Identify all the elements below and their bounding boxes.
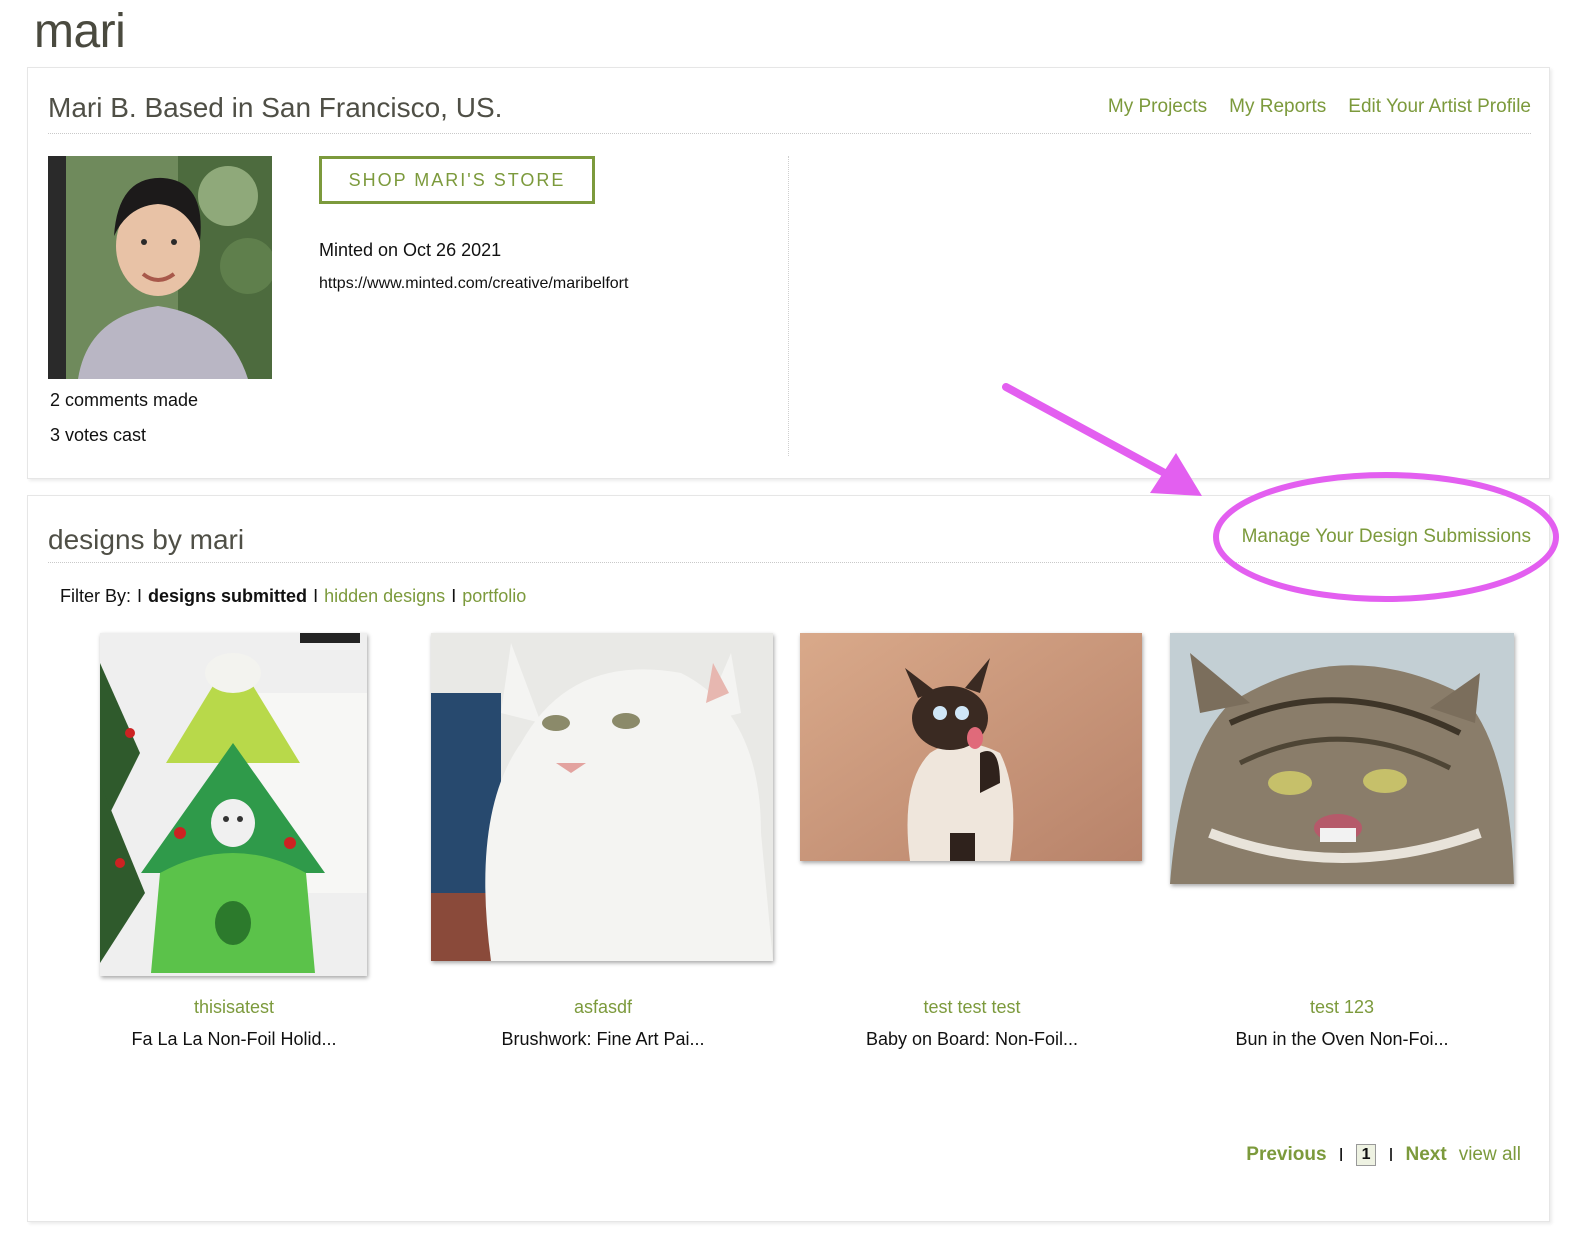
pager-separator: I <box>1338 1144 1344 1165</box>
design-title[interactable]: test test test <box>800 997 1144 1018</box>
design-title[interactable]: thisisatest <box>62 997 406 1018</box>
minted-date: Minted on Oct 26 2021 <box>319 240 502 260</box>
filter-portfolio[interactable]: portfolio <box>462 586 526 607</box>
design-product: Brushwork: Fine Art Pai... <box>501 1029 705 1049</box>
design-title[interactable]: asfasdf <box>431 997 775 1018</box>
filter-label: Filter By: <box>60 586 132 606</box>
design-product: Baby on Board: Non-Foil... <box>865 1029 1079 1049</box>
profile-panel: Mari B. Based in San Francisco, US. My P… <box>27 67 1550 479</box>
next-page-link[interactable]: Next <box>1406 1144 1447 1166</box>
pager-separator: I <box>1388 1144 1394 1165</box>
filter-designs-submitted[interactable]: designs submitted <box>148 586 307 607</box>
page-title: mari <box>34 5 126 58</box>
design-product: Bun in the Oven Non-Foi... <box>1235 1029 1449 1049</box>
view-all-link[interactable]: view all <box>1459 1144 1521 1166</box>
shop-store-button[interactable]: SHOP MARI'S STORE <box>319 156 595 204</box>
design-product: Fa La La Non-Foil Holid... <box>131 1029 337 1049</box>
design-thumbnail[interactable] <box>1170 633 1514 884</box>
edit-artist-profile-link[interactable]: Edit Your Artist Profile <box>1348 96 1531 118</box>
profile-url[interactable]: https://www.minted.com/creative/maribelf… <box>319 275 628 293</box>
avatar <box>48 156 272 379</box>
designs-panel: designs by mari Manage Your Design Submi… <box>27 495 1550 1222</box>
filter-separator: I <box>313 586 319 606</box>
filter-separator: I <box>451 586 457 606</box>
comments-count: 2 comments made <box>50 390 199 410</box>
manage-design-submissions-link[interactable]: Manage Your Design Submissions <box>1242 526 1531 548</box>
divider <box>48 562 1531 563</box>
filter-hidden-designs[interactable]: hidden designs <box>324 586 445 607</box>
previous-page-link[interactable]: Previous <box>1246 1144 1326 1166</box>
vertical-divider <box>788 156 789 456</box>
my-projects-link[interactable]: My Projects <box>1108 96 1207 118</box>
design-thumbnail[interactable] <box>431 633 773 961</box>
votes-count: 3 votes cast <box>50 425 147 445</box>
filter-bar: Filter By: I designs submitted I hidden … <box>60 586 526 607</box>
my-reports-link[interactable]: My Reports <box>1229 96 1326 118</box>
design-title[interactable]: test 123 <box>1170 997 1514 1018</box>
designs-heading: designs by mari <box>48 524 245 555</box>
design-thumbnail[interactable] <box>100 633 367 976</box>
filter-separator: I <box>137 586 143 606</box>
pagination: Previous I 1 I Next view all <box>1246 1144 1521 1166</box>
divider <box>48 133 1531 134</box>
profile-nav: My Projects My Reports Edit Your Artist … <box>1108 96 1531 118</box>
design-thumbnail[interactable] <box>800 633 1142 861</box>
current-page[interactable]: 1 <box>1355 1144 1377 1166</box>
profile-heading: Mari B. Based in San Francisco, US. <box>48 92 503 123</box>
